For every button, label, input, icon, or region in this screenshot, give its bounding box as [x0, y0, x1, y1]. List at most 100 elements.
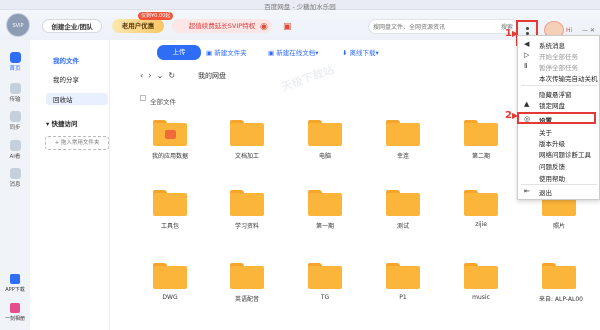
- folder-item[interactable]: 测试: [383, 190, 423, 230]
- offline-download-button[interactable]: ⬇ 离线下载▾: [342, 47, 379, 57]
- menu-item-network-tool[interactable]: 网络问题诊断工具: [539, 149, 591, 159]
- menu-item-start-all[interactable]: 开始全部任务: [539, 51, 578, 61]
- quick-access-heading[interactable]: ▾ 快捷访问: [46, 118, 78, 128]
- folder-item[interactable]: TG: [305, 263, 345, 301]
- folder-icon: [542, 263, 576, 289]
- folder-name: 电脑: [318, 153, 331, 160]
- folder-item[interactable]: 我的应用数据: [150, 120, 190, 160]
- rail-label: AI看: [9, 154, 21, 160]
- rail-item-home[interactable]: 首页: [0, 52, 30, 72]
- svip-renew-button[interactable]: 超值续费延长SVIP特权: [172, 19, 272, 33]
- window-controls[interactable]: — ✕: [582, 27, 595, 34]
- folder-name: 学习资料: [234, 223, 259, 230]
- folder-name: 文档加工: [234, 153, 259, 160]
- folder-item[interactable]: zijie: [461, 190, 501, 228]
- app-download-button[interactable]: APP下载: [2, 274, 28, 293]
- folder-name: DWG: [162, 294, 178, 301]
- exit-icon: ⇤: [524, 187, 530, 195]
- rail-label: 消息: [9, 182, 21, 188]
- nav-buttons[interactable]: ‹ › ⌄ ↻: [140, 71, 175, 80]
- folder-item[interactable]: 文档加工: [227, 120, 267, 160]
- menu-item-auto-shutdown[interactable]: 本次传输完自动关机: [539, 73, 598, 83]
- menu-item-hide-float[interactable]: 隐藏悬浮窗: [539, 89, 572, 99]
- folder-icon: [308, 190, 342, 216]
- title-bar: 百度网盘 - 少糖加水乐园: [0, 0, 600, 11]
- ai-icon: [9, 140, 21, 151]
- folder-item[interactable]: P1: [383, 263, 423, 301]
- menu-separator: [521, 184, 597, 185]
- annotation-number-1: 1: [505, 28, 512, 39]
- folder-item[interactable]: 来自: ALP-AL00: [539, 263, 583, 303]
- rail-item-sync[interactable]: 同步: [0, 111, 30, 131]
- rail-item-ai[interactable]: AI看: [0, 140, 30, 160]
- menu-item-about[interactable]: 关于: [539, 127, 552, 137]
- search-box[interactable]: 搜索: [368, 19, 518, 34]
- folder-icon: [230, 190, 264, 216]
- sidebar-item-my-shares[interactable]: 我的分享: [53, 74, 79, 84]
- gamepad-icon[interactable]: ◉: [260, 23, 270, 32]
- folder-item[interactable]: DWG: [150, 263, 190, 301]
- menu-item-feedback[interactable]: 问题反馈: [539, 161, 565, 171]
- folder-item[interactable]: 电脑: [305, 120, 345, 160]
- folder-item[interactable]: 第一期: [305, 190, 345, 230]
- folder-icon: [464, 120, 498, 146]
- folder-name: 幸连: [396, 153, 409, 160]
- new-online-doc-button[interactable]: ▣ 新建在线文档▾: [268, 47, 318, 57]
- one-moment-album-button[interactable]: 一刻相册: [2, 303, 28, 322]
- upload-button[interactable]: 上传: [157, 45, 201, 60]
- folder-name: 第一期: [315, 223, 334, 230]
- folder-icon: [386, 263, 420, 289]
- gift-icon[interactable]: ▣: [283, 23, 292, 32]
- speaker-icon: ◀: [524, 40, 530, 48]
- sidebar-item-my-files[interactable]: 我的文件: [53, 55, 79, 65]
- annotation-number-2: 2: [505, 110, 512, 121]
- folder-name: 工具包: [160, 223, 179, 230]
- new-online-doc-label: 新建在线文档: [276, 49, 316, 57]
- vip-offer-button[interactable]: 老用户优惠: [112, 19, 164, 33]
- folder-item[interactable]: 英语配音: [227, 263, 267, 303]
- folder-icon: [308, 263, 342, 289]
- menu-item-help[interactable]: 使用帮助: [539, 173, 565, 183]
- search-input[interactable]: [373, 22, 483, 32]
- sidebar-item-recycle-bin[interactable]: 回收站: [53, 94, 73, 104]
- folder-item[interactable]: music: [461, 263, 501, 301]
- menu-item-pause-all[interactable]: 暂停全部任务: [539, 62, 578, 72]
- folder-item[interactable]: 幸连: [383, 120, 423, 160]
- home-icon: [9, 52, 21, 63]
- lock-icon: ▲: [524, 100, 530, 108]
- user-avatar-logo[interactable]: SVIP: [6, 13, 30, 37]
- folder-icon: [230, 263, 264, 289]
- folder-name: zijie: [475, 221, 487, 228]
- quick-access-label: 快捷访问: [51, 120, 78, 128]
- annotation-arrow-icon: ▶: [512, 111, 519, 120]
- transfer-icon: [9, 83, 21, 94]
- folder-item[interactable]: 工具包: [150, 190, 190, 230]
- folder-icon: [464, 190, 498, 216]
- select-all-checkbox[interactable]: [140, 95, 146, 101]
- folder-name: music: [472, 294, 490, 301]
- sync-icon: [9, 111, 21, 122]
- folder-name: 来自: ALP-AL00: [539, 296, 583, 303]
- breadcrumb[interactable]: 我的网盘: [198, 71, 226, 81]
- menu-item-exit[interactable]: 退出: [539, 187, 552, 197]
- menu-item-upgrade[interactable]: 版本升级: [539, 138, 565, 148]
- drop-folder-zone[interactable]: + 拖入常用文件夹: [45, 136, 109, 150]
- rail-label: 首页: [9, 66, 21, 72]
- folder-name: P1: [399, 294, 407, 301]
- create-enterprise-button[interactable]: 创建企业/团队: [42, 19, 102, 33]
- album-icon: [10, 303, 20, 313]
- folder-item[interactable]: 学习资料: [227, 190, 267, 230]
- menu-item-lock[interactable]: 锁定网盘: [539, 100, 565, 110]
- rail-item-message[interactable]: 消息: [0, 168, 30, 188]
- rail-item-transfer[interactable]: 传输: [0, 83, 30, 103]
- menu-item-system-messages[interactable]: 系统消息: [539, 40, 565, 50]
- top-bar: SVIP 创建企业/团队 老用户优惠 仅剩¥0.00起 超值续费延长SVIP特权…: [0, 10, 600, 46]
- folder-icon: [464, 263, 498, 289]
- app-download-label: APP下载: [5, 287, 25, 293]
- folder-item[interactable]: 第二期: [461, 120, 501, 160]
- message-icon: [9, 168, 21, 179]
- vip-price-badge: 仅剩¥0.00起: [138, 12, 174, 20]
- offline-download-label: 离线下载: [349, 49, 376, 57]
- new-folder-button[interactable]: ▣ 新建文件夹: [206, 47, 247, 57]
- folder-name: TG: [320, 294, 330, 301]
